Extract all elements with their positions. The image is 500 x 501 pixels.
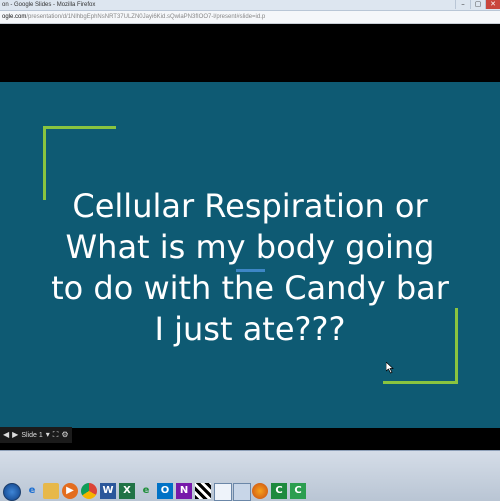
title-line: I just ate??? <box>154 310 346 348</box>
gear-icon[interactable]: ⚙ <box>61 428 68 442</box>
present-controls: ◀ ▶ Slide 1 ▾ ⛶ ⚙ <box>0 427 72 443</box>
title-line: Cellular Respiration or <box>72 187 428 225</box>
window-title: on - Google Slides - Mozilla Firefox <box>2 2 96 8</box>
letterbox-bottom <box>0 428 500 450</box>
browser-icon[interactable] <box>233 483 251 501</box>
title-line: What is my body going <box>65 228 435 266</box>
url-path: /presentation/d/1NlhbgEphNsNRT37ULZN0Jay… <box>26 14 266 20</box>
fullscreen-icon[interactable]: ⛶ <box>53 428 59 442</box>
excel-icon[interactable]: X <box>119 483 135 499</box>
word-icon[interactable]: W <box>100 483 116 499</box>
mouse-cursor-icon <box>386 362 394 374</box>
next-slide-icon[interactable]: ▶ <box>12 428 18 442</box>
taskbar: e ▶ W X e O N C C <box>0 450 500 501</box>
crossword-icon[interactable] <box>195 483 211 499</box>
title-line: to do with the Candy bar <box>51 269 449 307</box>
camtasia-icon[interactable]: C <box>271 483 287 499</box>
folder-icon[interactable] <box>43 483 59 499</box>
ie-icon[interactable]: e <box>24 483 40 499</box>
minimize-button[interactable]: – <box>455 0 470 9</box>
slide-title: Cellular Respiration or What is my body … <box>30 186 470 350</box>
edu-icon[interactable]: e <box>138 483 154 499</box>
window-titlebar: on - Google Slides - Mozilla Firefox – ▢… <box>0 0 500 11</box>
close-button[interactable]: ✕ <box>485 0 500 9</box>
window-icon[interactable] <box>214 483 232 501</box>
media-player-icon[interactable]: ▶ <box>62 483 78 499</box>
firefox-icon[interactable] <box>252 483 268 499</box>
outlook-icon[interactable]: O <box>157 483 173 499</box>
url-host: ogle.com <box>2 14 27 20</box>
maximize-button[interactable]: ▢ <box>470 0 485 9</box>
chevron-down-icon[interactable]: ▾ <box>46 428 50 442</box>
accent-underline <box>236 269 265 272</box>
slide-selector[interactable]: Slide 1 <box>21 432 42 439</box>
presentation-slide[interactable]: Cellular Respiration or What is my body … <box>0 82 500 428</box>
previous-slide-icon[interactable]: ◀ <box>3 428 9 442</box>
onenote-icon[interactable]: N <box>176 483 192 499</box>
start-orb-icon[interactable] <box>3 483 21 501</box>
window-controls: – ▢ ✕ <box>455 0 500 10</box>
address-bar[interactable]: ogle.com/presentation/d/1NlhbgEphNsNRT37… <box>0 11 500 24</box>
chrome-icon[interactable] <box>81 483 97 499</box>
camtasia-recorder-icon[interactable]: C <box>290 483 306 499</box>
letterbox-top <box>0 24 500 82</box>
